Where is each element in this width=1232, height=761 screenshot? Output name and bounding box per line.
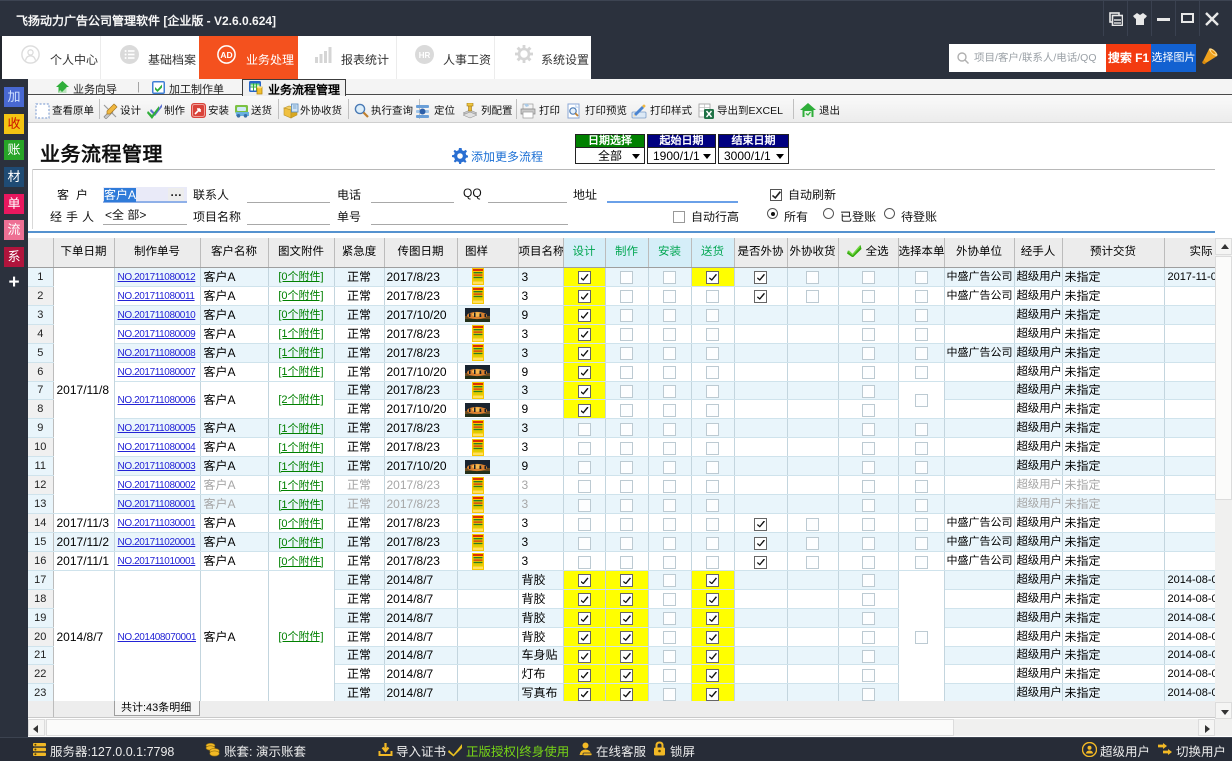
svg-text:HR: HR: [419, 51, 431, 60]
svg-text:AD: AD: [220, 50, 232, 60]
